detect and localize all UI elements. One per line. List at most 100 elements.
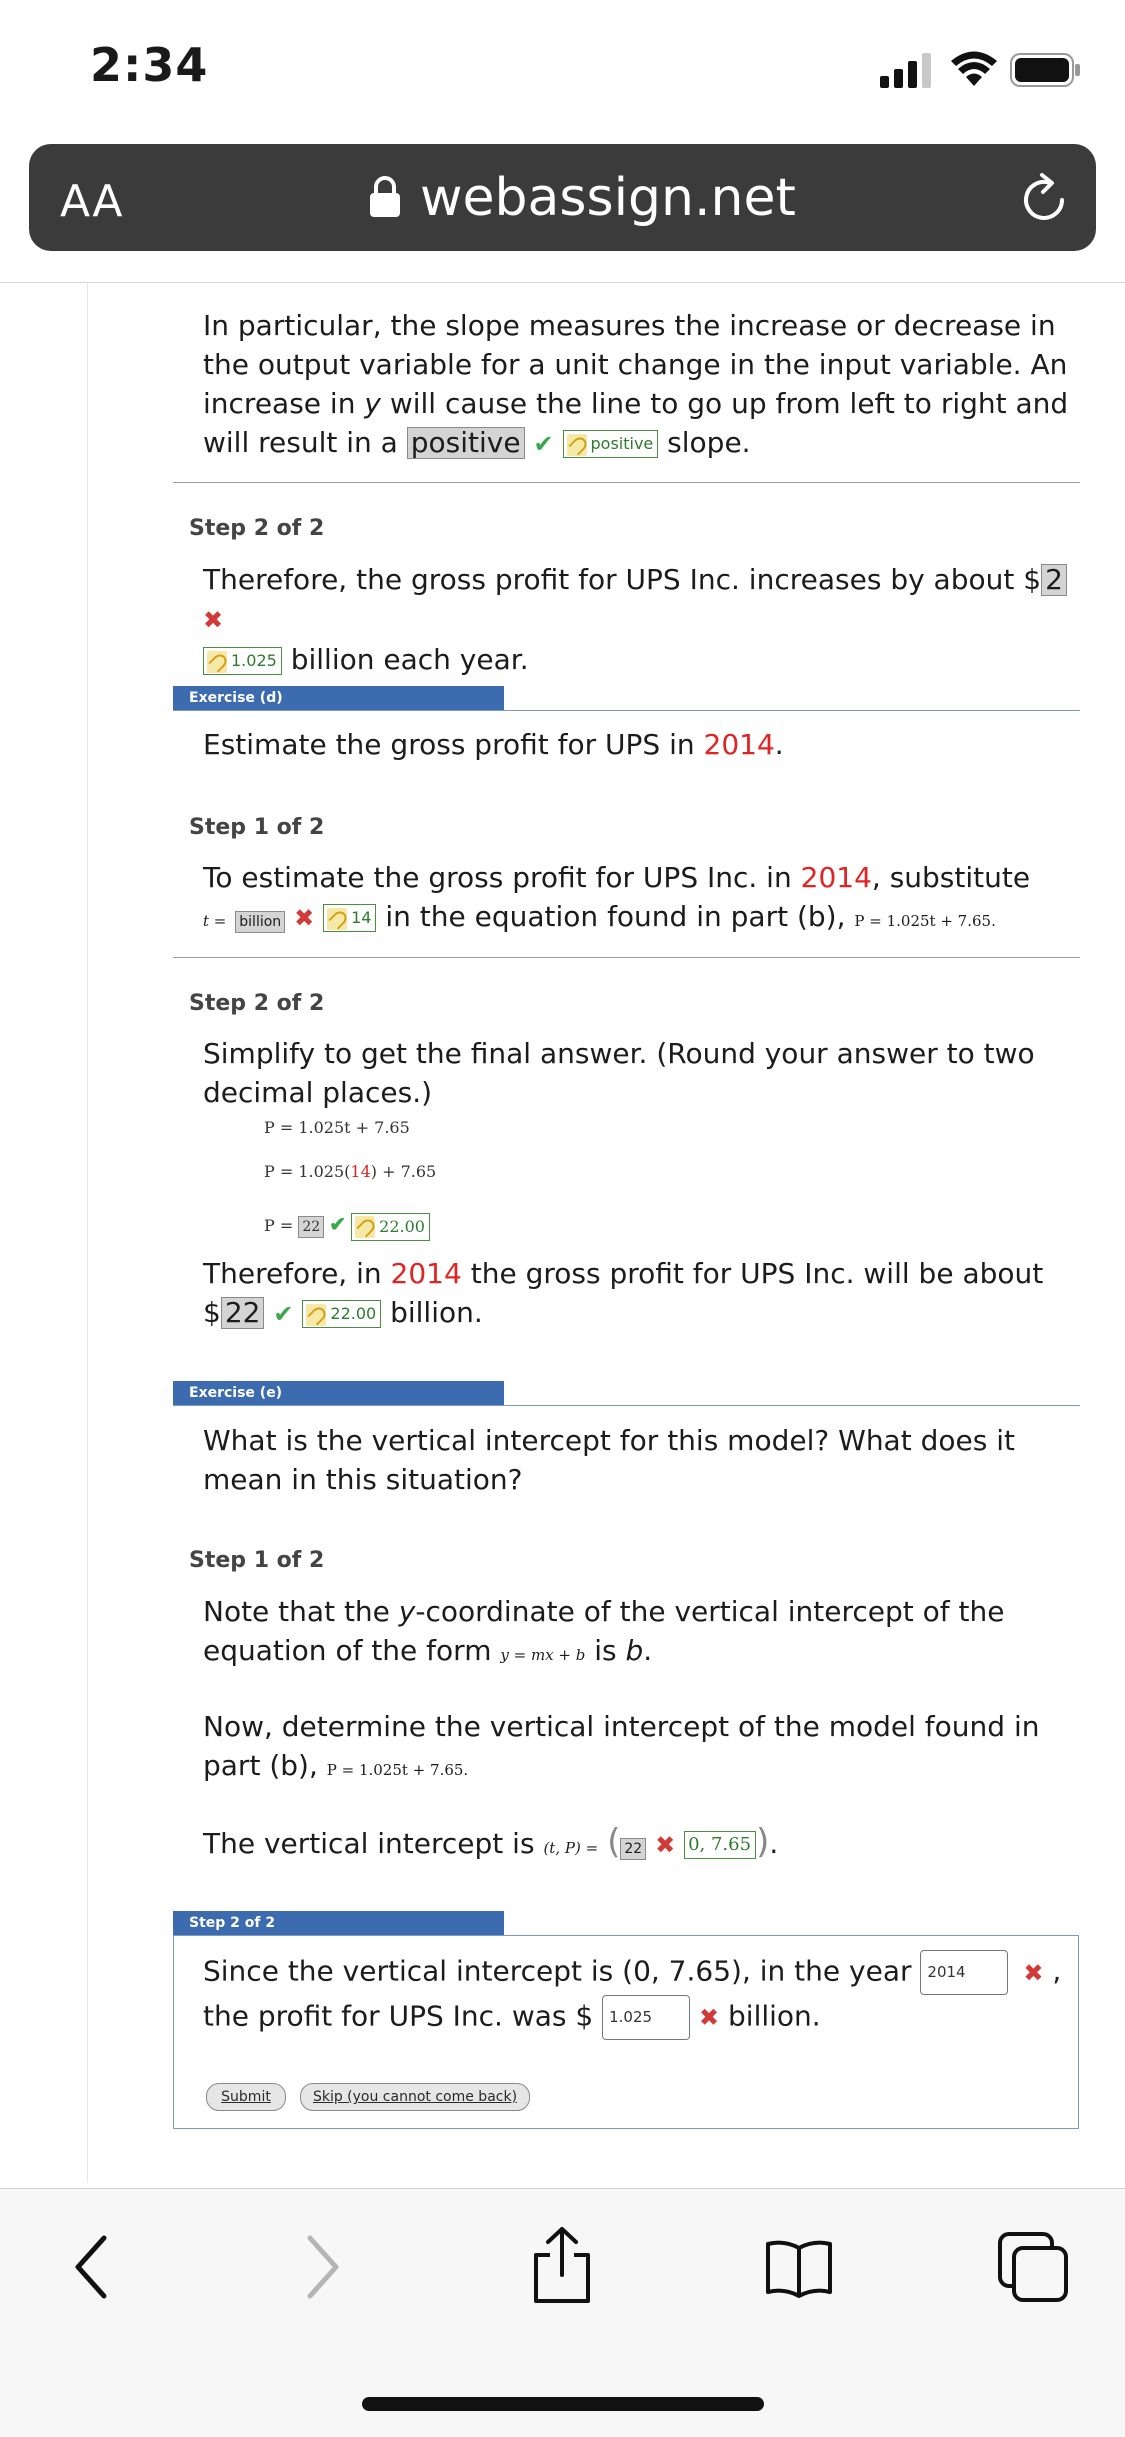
- key-value: positive: [590, 434, 654, 453]
- forward-icon[interactable]: [304, 2232, 344, 2302]
- content-divider: [0, 282, 1125, 283]
- simplify-paragraph: Simplify to get the final answer. (Round…: [203, 1037, 1035, 1109]
- correct-check-icon: ✔: [273, 1300, 294, 1328]
- paren-close: ): [756, 1822, 770, 1862]
- var-y: y: [398, 1595, 416, 1628]
- para-text: in the equation found in part (b),: [376, 900, 855, 933]
- exercise-d-header: Exercise (d): [173, 686, 1080, 711]
- eq-text: P = 1.025(: [264, 1162, 351, 1181]
- home-indicator: [362, 2397, 764, 2411]
- since-paragraph: Since the vertical intercept is (0, 7.65…: [203, 1950, 1063, 2040]
- year-input[interactable]: 2014: [920, 1950, 1009, 1995]
- para-text: , substitute: [871, 861, 1031, 894]
- eq-value: 14: [350, 1162, 371, 1181]
- signal-icon: [880, 53, 931, 88]
- growth-response: 2: [1041, 564, 1067, 596]
- incorrect-x-icon: ✖: [1023, 1958, 1044, 1987]
- para-text: Therefore, in: [203, 1257, 391, 1290]
- intercept-equation: (t, P) =: [543, 1839, 599, 1857]
- year-highlight: 2014: [800, 861, 872, 894]
- growth-paragraph: Therefore, the gross profit for UPS Inc.…: [203, 560, 1073, 679]
- t-response: billion: [235, 911, 286, 933]
- step-label: Step 1 of 2: [189, 815, 325, 840]
- submit-button[interactable]: Submit: [206, 2083, 286, 2111]
- key-value: 22.00: [379, 1216, 425, 1236]
- para-text: Therefore, the gross profit for UPS Inc.…: [203, 563, 1042, 596]
- para-text: slope.: [658, 426, 751, 459]
- para-text: Note that the: [203, 1595, 399, 1628]
- period: .: [769, 1827, 779, 1860]
- key-value: 14: [351, 908, 372, 927]
- incorrect-x-icon: ✖: [203, 606, 224, 634]
- incorrect-x-icon: ✖: [655, 1831, 676, 1859]
- exercise-e-question: What is the vertical intercept for this …: [203, 1424, 1015, 1496]
- reload-icon[interactable]: [1016, 170, 1072, 228]
- para-text: Estimate the gross profit for UPS in: [203, 728, 704, 761]
- para-text: billion.: [728, 1999, 821, 2033]
- key-icon: [327, 907, 348, 930]
- key-icon: [355, 1216, 376, 1238]
- active-step-label: Step 2 of 2: [173, 1911, 504, 1935]
- para-text: the gross profit for UPS Inc. will be ab…: [461, 1257, 1044, 1290]
- model-equation: P = 1.025t + 7.65.: [854, 912, 996, 930]
- exercise-d-label: Exercise (d): [173, 686, 504, 710]
- bookmarks-icon[interactable]: [764, 2238, 834, 2298]
- eq-text: ) + 7.65: [370, 1162, 437, 1181]
- note-paragraph: Note that the y-coordinate of the vertic…: [203, 1592, 1073, 1675]
- para-text: billion each year.: [281, 643, 529, 676]
- equation-line-2: P = 1.025(14) + 7.65: [264, 1162, 436, 1181]
- para-text: billion.: [381, 1296, 483, 1329]
- step-separator: [173, 482, 1080, 483]
- paren-open: (: [607, 1822, 621, 1862]
- para-text: .: [643, 1634, 653, 1667]
- conclusion-paragraph: Therefore, in 2014 the gross profit for …: [203, 1254, 1073, 1334]
- correct-check-icon: ✔: [329, 1212, 347, 1236]
- key-value: 22.00: [330, 1304, 377, 1323]
- tabs-icon[interactable]: [996, 2230, 1070, 2304]
- determine-paragraph: Now, determine the vertical intercept of…: [203, 1707, 1073, 1790]
- key-icon: [566, 433, 587, 456]
- slope-answer-key: positive: [562, 430, 659, 458]
- share-icon[interactable]: [530, 2225, 594, 2305]
- incorrect-x-icon: ✖: [699, 2003, 720, 2032]
- intercept-response: 22: [620, 1838, 647, 1860]
- exercise-e-label: Exercise (e): [173, 1381, 504, 1405]
- year-highlight: 2014: [703, 728, 775, 761]
- intercept-answer-key: 0, 7.65: [684, 1831, 757, 1859]
- comma: ,: [1043, 1954, 1062, 1988]
- profit-input[interactable]: 1.025: [602, 1995, 691, 2040]
- para-text: To estimate the gross profit for UPS Inc…: [203, 861, 801, 894]
- lock-icon: [370, 176, 400, 217]
- content-left-border: [87, 283, 88, 2183]
- year-highlight: 2014: [390, 1257, 462, 1290]
- eq-text: P =: [264, 1216, 294, 1235]
- skip-button[interactable]: Skip (you cannot come back): [300, 2083, 530, 2111]
- key-icon: [306, 1303, 327, 1326]
- t-answer-key: 14: [323, 904, 377, 932]
- para-text: .: [774, 728, 784, 761]
- general-equation: y = mx + b: [500, 1646, 586, 1664]
- text-size-button[interactable]: AA: [60, 176, 123, 227]
- correct-check-icon: ✔: [533, 430, 554, 458]
- url-text[interactable]: webassign.net: [420, 168, 796, 228]
- equation-line-1: P = 1.025t + 7.65: [264, 1118, 410, 1137]
- step-label: Step 1 of 2: [189, 1548, 325, 1573]
- growth-answer-key: 1.025: [203, 647, 282, 675]
- battery-icon: [1010, 53, 1080, 87]
- exercise-d-question: Estimate the gross profit for UPS in 201…: [203, 725, 1073, 764]
- intercept-paragraph: The vertical intercept is (t, P) = (22 ✖…: [203, 1823, 1073, 1868]
- key-icon: [207, 650, 227, 673]
- step-label: Step 2 of 2: [189, 516, 325, 541]
- status-time: 2:34: [90, 38, 209, 92]
- slope-paragraph: In particular, the slope measures the in…: [203, 306, 1073, 464]
- wifi-icon: [951, 51, 997, 86]
- back-icon[interactable]: [70, 2232, 110, 2302]
- conclusion-response: 22: [220, 1297, 265, 1329]
- exercise-e-header: Exercise (e): [173, 1381, 1080, 1406]
- model-equation: P = 1.025t + 7.65.: [326, 1761, 469, 1779]
- substitute-paragraph: To estimate the gross profit for UPS Inc…: [203, 858, 1073, 941]
- conclusion-answer-key: 22.00: [302, 1300, 382, 1328]
- eq3-answer-key: 22.00: [351, 1212, 430, 1241]
- equation-line-3: P = 22 ✔ 22.00: [264, 1212, 430, 1241]
- para-text: The vertical intercept is: [203, 1827, 544, 1860]
